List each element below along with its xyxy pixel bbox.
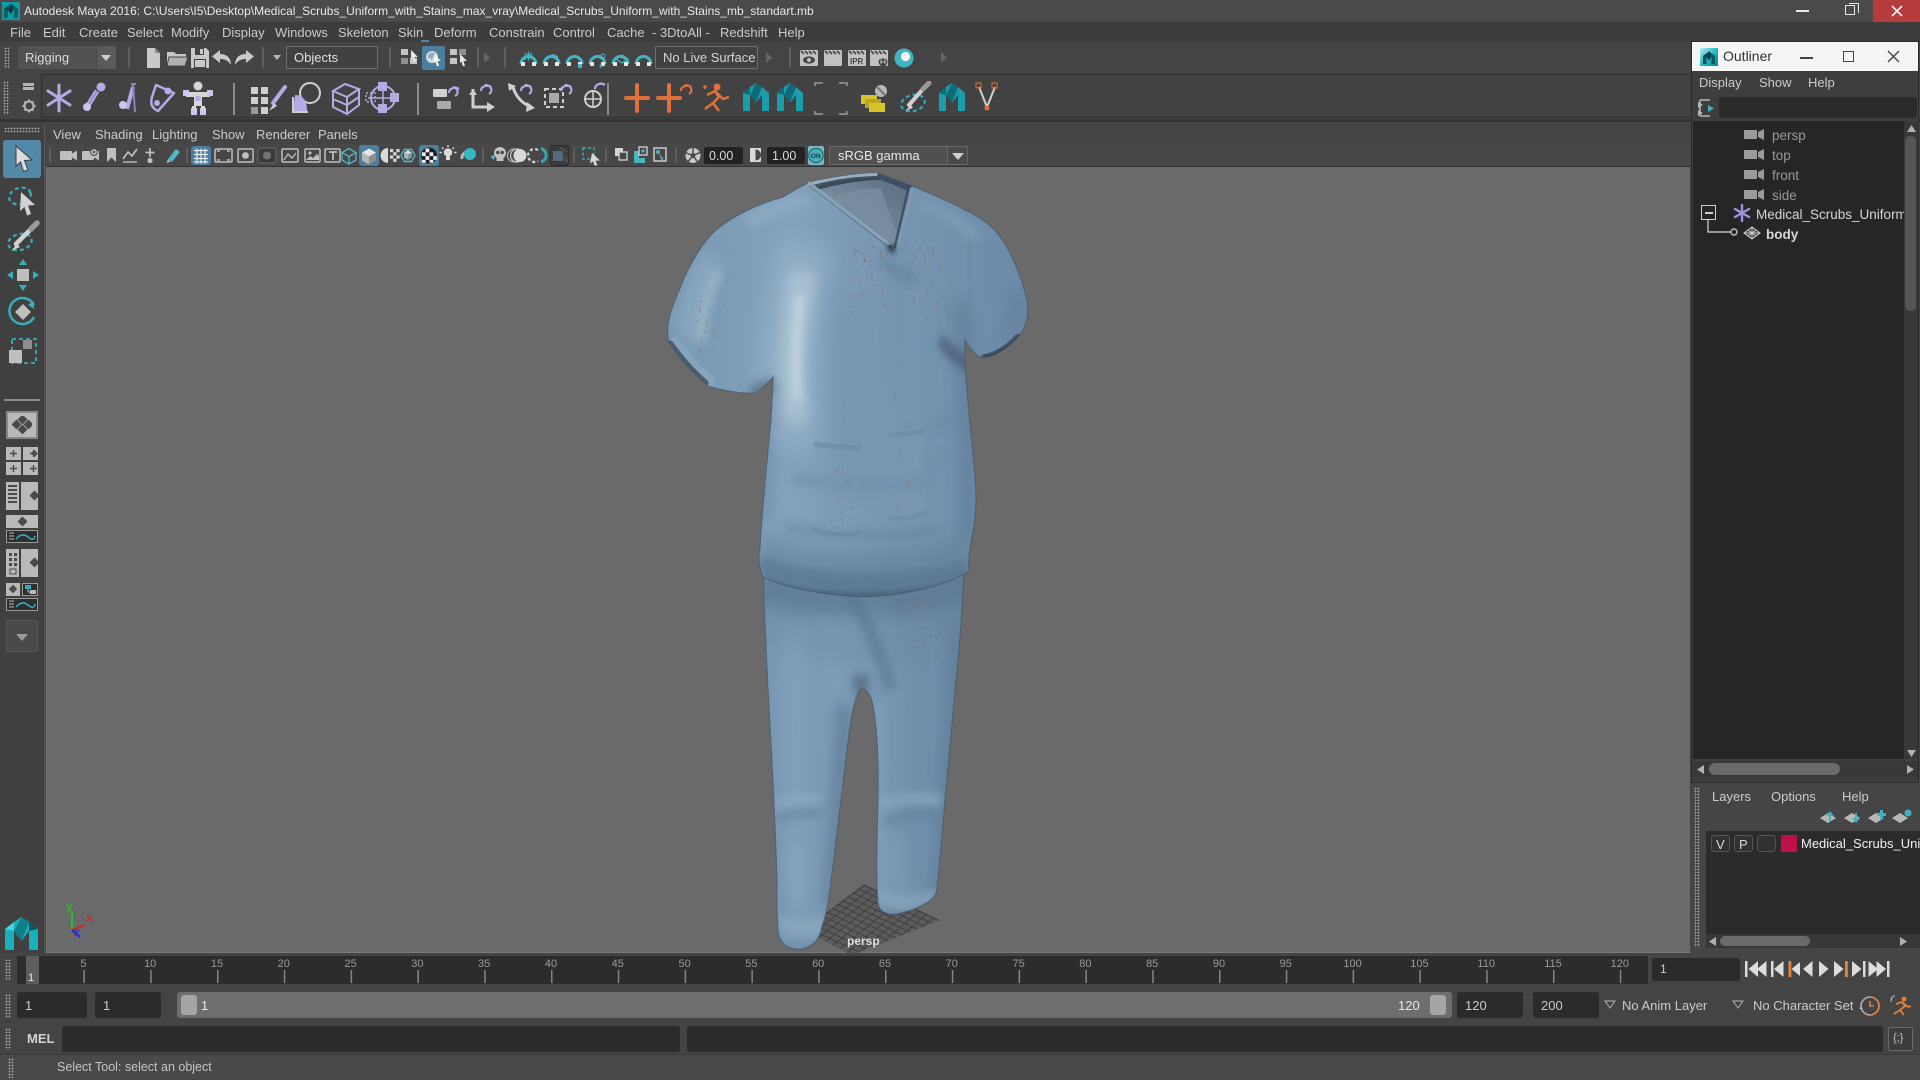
svg-text:y: y [66,899,73,913]
svg-text:25: 25 [344,958,356,970]
svg-text:115: 115 [1544,958,1562,970]
svg-text:persp: persp [847,934,880,948]
svg-text:40: 40 [545,958,557,970]
svg-text:80: 80 [1079,958,1091,970]
svg-text:45: 45 [612,958,624,970]
svg-text:10: 10 [144,958,156,970]
svg-text:100: 100 [1343,958,1361,970]
svg-text:95: 95 [1280,958,1292,970]
svg-text:0.00: 0.00 [709,149,733,163]
svg-text:35: 35 [478,958,490,970]
svg-text:x: x [86,911,93,925]
svg-text:70: 70 [946,958,958,970]
svg-text:z: z [74,925,80,939]
svg-text:55: 55 [745,958,757,970]
svg-text:ON: ON [811,153,821,160]
svg-text:20: 20 [278,958,290,970]
svg-text:30: 30 [411,958,423,970]
svg-text:15: 15 [211,958,223,970]
svg-text:60: 60 [812,958,824,970]
svg-text:75: 75 [1012,958,1024,970]
svg-text:85: 85 [1146,958,1158,970]
svg-text:50: 50 [678,958,690,970]
svg-text:65: 65 [879,958,891,970]
svg-text:5: 5 [80,958,86,970]
svg-text:120: 120 [1611,958,1629,970]
svg-text:IPR: IPR [850,57,864,66]
svg-text:105: 105 [1410,958,1428,970]
svg-text:1: 1 [28,972,34,984]
svg-text:110: 110 [1477,958,1495,970]
svg-text:90: 90 [1213,958,1225,970]
svg-text:1.00: 1.00 [772,149,796,163]
